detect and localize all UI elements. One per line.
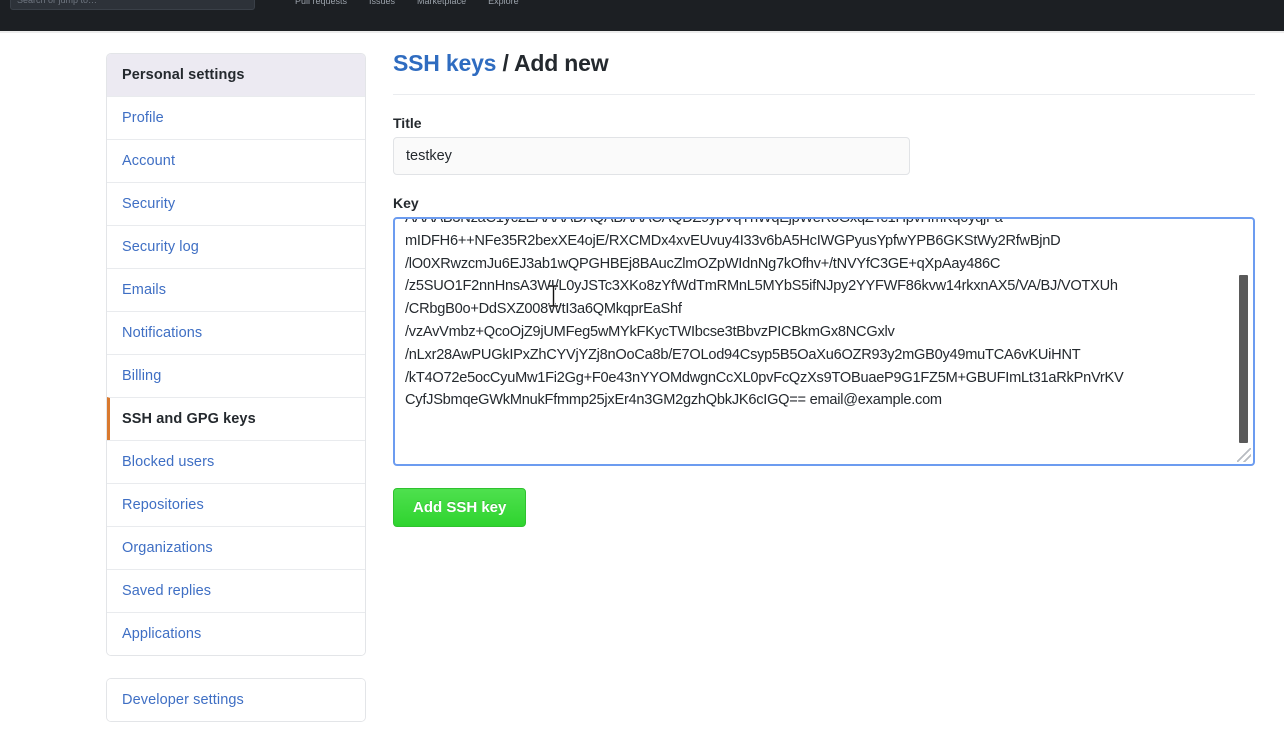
- personal-settings-card: Personal settings Profile Account Securi…: [106, 53, 366, 656]
- resize-grip-icon[interactable]: [1237, 448, 1251, 462]
- sidebar-item-label: Notifications: [122, 325, 203, 341]
- sidebar-item-ssh-and-gpg-keys[interactable]: SSH and GPG keys: [107, 397, 365, 440]
- sidebar-item-developer-settings[interactable]: Developer settings: [107, 679, 365, 721]
- sidebar-item-label: Developer settings: [122, 692, 244, 708]
- sidebar-item-security-log[interactable]: Security log: [107, 225, 365, 268]
- sidebar-item-label: Applications: [122, 626, 202, 642]
- settings-sidebar: Personal settings Profile Account Securi…: [106, 53, 366, 722]
- sidebar-item-notifications[interactable]: Notifications: [107, 311, 365, 354]
- sidebar-item-billing[interactable]: Billing: [107, 354, 365, 397]
- sidebar-item-security[interactable]: Security: [107, 182, 365, 225]
- developer-settings-card: Developer settings: [106, 678, 366, 722]
- main-content: SSH keys / Add new Title Key AAAAB3NzaC1…: [393, 50, 1255, 527]
- global-search-placeholder: Search or jump to…: [17, 0, 97, 5]
- sidebar-item-label: Account: [122, 153, 176, 169]
- key-line: mIDFH6++NFe35R2bexXE4ojE/RXCMDx4xvEUvuy4…: [405, 232, 1061, 249]
- sidebar-item-applications[interactable]: Applications: [107, 612, 365, 655]
- key-line: /z5SUO1F2nnHnsA3WI/L0yJSTc3XKo8zYfWdTmRM…: [405, 278, 1118, 295]
- sidebar-item-label: Security log: [122, 239, 199, 255]
- sidebar-item-blocked-users[interactable]: Blocked users: [107, 440, 365, 483]
- sidebar-item-profile[interactable]: Profile: [107, 96, 365, 139]
- sidebar-item-repositories[interactable]: Repositories: [107, 483, 365, 526]
- top-nav-links: Pull requests Issues Marketplace Explore: [295, 0, 519, 6]
- top-nav-item-marketplace[interactable]: Marketplace: [417, 0, 466, 6]
- key-line: /vzAvVmbz+QcoOjZ9jUMFeg5wMYkFKycTWIbcse3…: [405, 323, 895, 340]
- key-textarea-scrollbar-thumb[interactable]: [1239, 275, 1248, 443]
- key-textarea-scroll-viewport[interactable]: AAAAB3NzaC1yc2EAAAADAQABAAACAQDZ9ypVqTnW…: [395, 219, 1253, 464]
- sidebar-item-label: Saved replies: [122, 583, 212, 599]
- key-textarea-scrollbar[interactable]: [1239, 221, 1251, 464]
- key-textarea[interactable]: AAAAB3NzaC1yc2EAAAADAQABAAACAQDZ9ypVqTnW…: [393, 217, 1255, 466]
- sidebar-header: Personal settings: [107, 54, 365, 96]
- top-nav-item-explore[interactable]: Explore: [488, 0, 519, 6]
- key-textarea-content: AAAAB3NzaC1yc2EAAAADAQABAAACAQDZ9ypVqTnW…: [405, 219, 1235, 412]
- sidebar-item-label: Organizations: [122, 540, 213, 556]
- sidebar-item-label: Security: [122, 196, 176, 212]
- key-line: /nLxr28AwPUGkIPxZhCYVjYZj8nOoCa8b/E7OLod…: [405, 346, 1081, 363]
- breadcrumb-separator: /: [496, 50, 514, 76]
- sidebar-item-account[interactable]: Account: [107, 139, 365, 182]
- sidebar-item-label: Blocked users: [122, 454, 215, 470]
- sidebar-item-organizations[interactable]: Organizations: [107, 526, 365, 569]
- breadcrumb-link-ssh-keys[interactable]: SSH keys: [393, 50, 496, 76]
- global-search-input[interactable]: Search or jump to…: [10, 0, 255, 10]
- sidebar-item-emails[interactable]: Emails: [107, 268, 365, 311]
- sidebar-item-label: Emails: [122, 282, 167, 298]
- key-line-clipped: AAAAB3NzaC1yc2EAAAADAQABAAACAQDZ9ypVqTnW…: [405, 219, 1235, 230]
- sidebar-item-label: Profile: [122, 110, 164, 126]
- key-line: /CRbgB0o+DdSXZ008WtI3a6QMkqprEaShf: [405, 301, 682, 318]
- key-line: CyfJSbmqeGWkMnukFfmmp25jxEr4n3GM2gzhQbkJ…: [405, 392, 942, 409]
- sidebar-item-label: Repositories: [122, 497, 204, 513]
- top-nav-item-issues[interactable]: Issues: [369, 0, 395, 6]
- page-title: SSH keys / Add new: [393, 50, 1255, 95]
- breadcrumb-current: Add new: [513, 50, 609, 76]
- sidebar-item-label: Billing: [122, 368, 162, 384]
- sidebar-item-saved-replies[interactable]: Saved replies: [107, 569, 365, 612]
- title-input[interactable]: [393, 137, 910, 175]
- title-field-label: Title: [393, 115, 422, 131]
- key-line: /kT4O72e5ocCyuMw1Fi2Gg+F0e43nYYOMdwgnCcX…: [405, 369, 1124, 386]
- top-navigation-bar: Search or jump to… Pull requests Issues …: [0, 0, 1284, 31]
- key-line: /lO0XRwzcmJu6EJ3ab1wQPGHBEj8BAucZlmOZpWI…: [405, 255, 1001, 272]
- top-nav-item-pull-requests[interactable]: Pull requests: [295, 0, 347, 6]
- sidebar-item-label: SSH and GPG keys: [122, 411, 256, 427]
- key-field-label: Key: [393, 195, 419, 211]
- add-ssh-key-button[interactable]: Add SSH key: [393, 488, 527, 527]
